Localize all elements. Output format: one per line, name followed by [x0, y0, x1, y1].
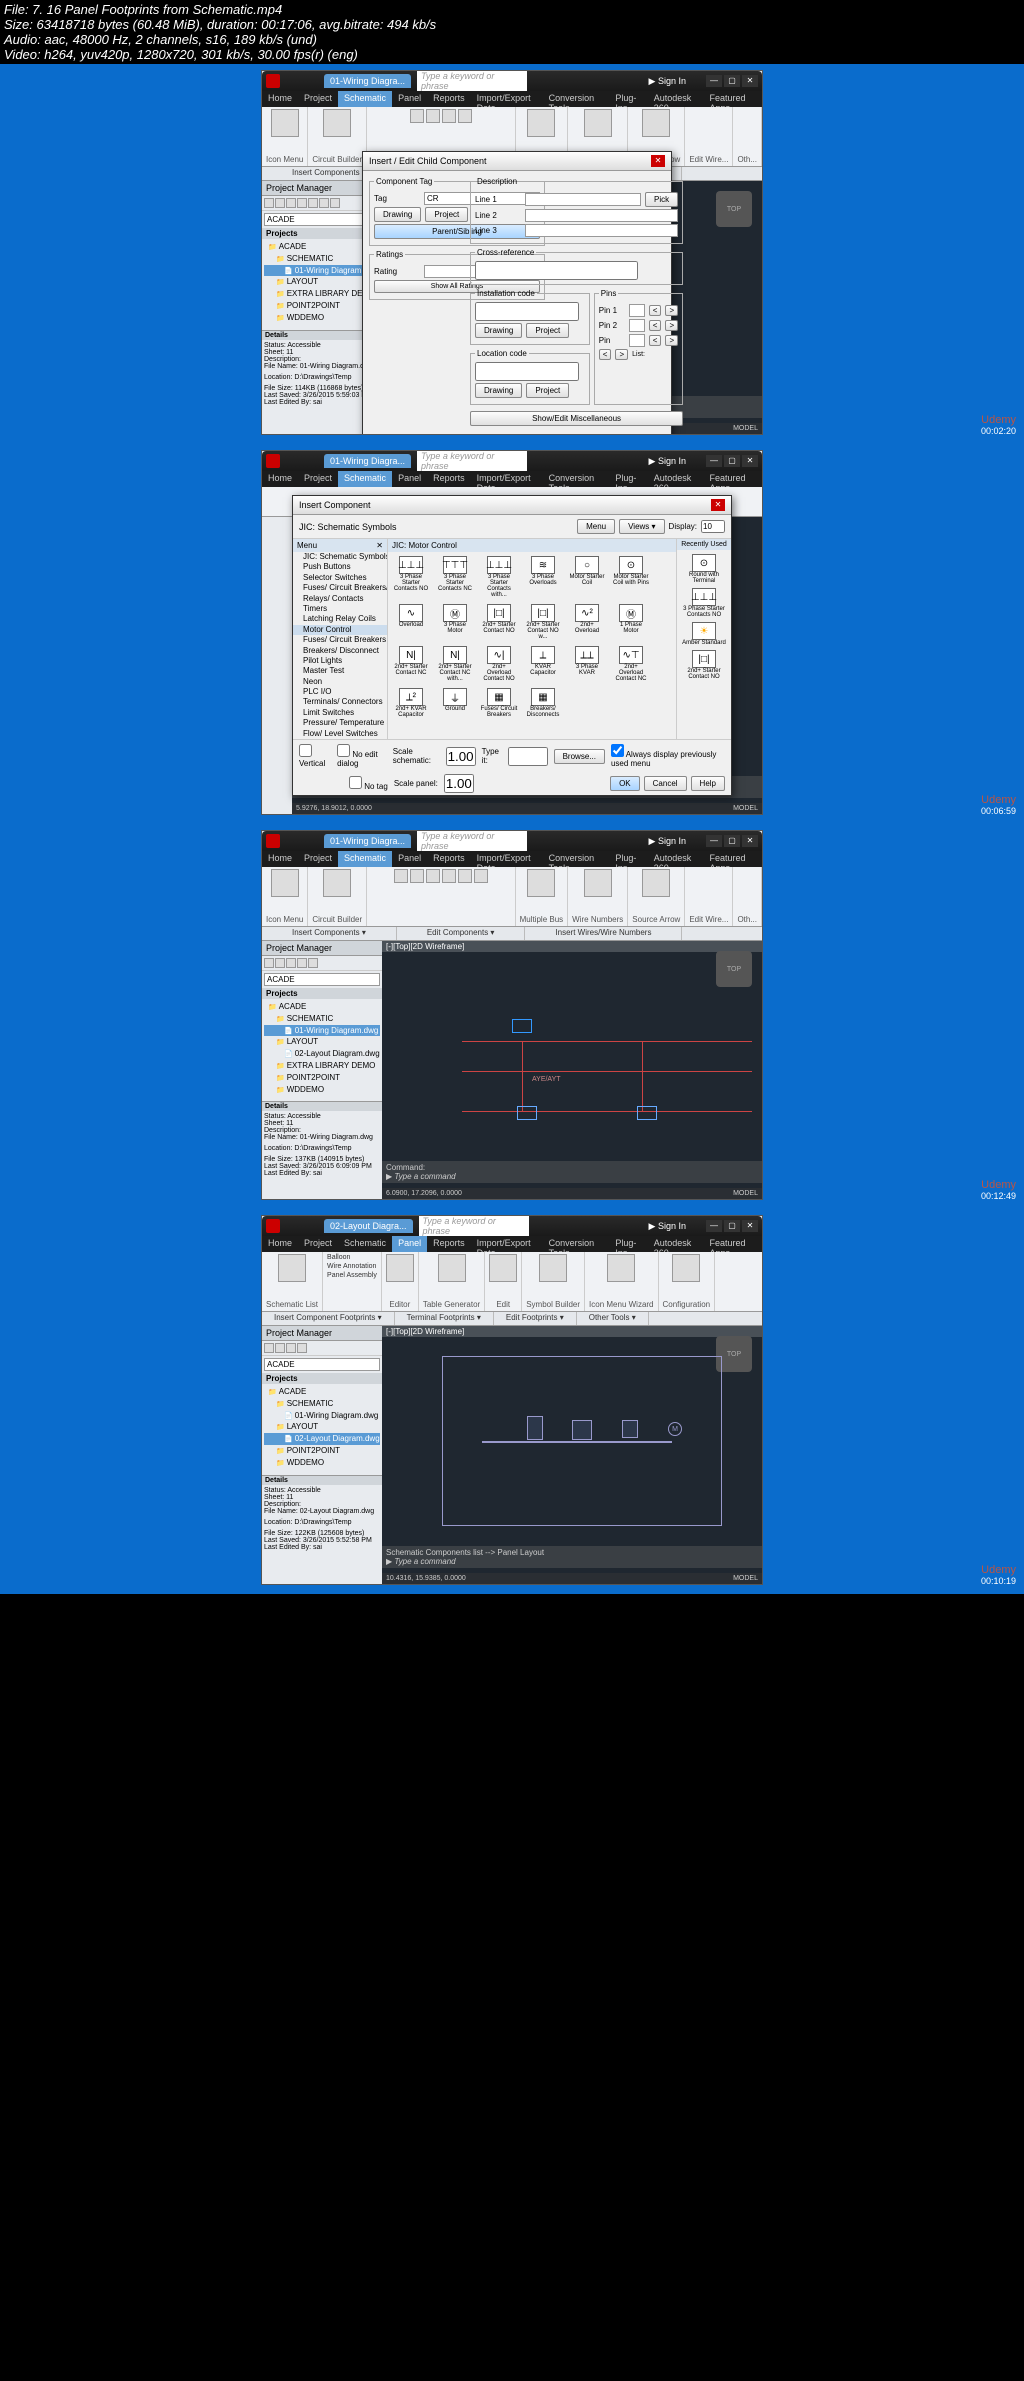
- xref-input[interactable]: [475, 261, 638, 280]
- menu-button[interactable]: Menu: [577, 519, 615, 534]
- drawing-button[interactable]: Drawing: [374, 207, 421, 222]
- tab-home[interactable]: Home: [262, 91, 298, 107]
- line1-input[interactable]: [525, 193, 641, 206]
- dialog-title: Insert Component: [299, 500, 371, 510]
- meta-size: Size: 63418718 bytes (60.48 MiB), durati…: [4, 17, 1020, 32]
- document-tab[interactable]: 01-Wiring Diagra...: [324, 454, 411, 468]
- type-input[interactable]: [508, 747, 548, 766]
- footprint-3[interactable]: [622, 1420, 638, 1438]
- source-arrow-icon[interactable]: [642, 109, 670, 137]
- search-input[interactable]: Type a keyword or phrase: [417, 450, 527, 472]
- component-m1[interactable]: [512, 1019, 532, 1033]
- dialog-close-button[interactable]: ✕: [651, 155, 665, 167]
- symbol-grid: ⊥⊥⊥3 Phase Starter Contacts NO ⊤⊤⊤3 Phas…: [388, 552, 676, 722]
- loc-input[interactable]: [475, 362, 579, 381]
- close-button[interactable]: ✕: [742, 75, 758, 87]
- meta-audio: Audio: aac, 48000 Hz, 2 channels, s16, 1…: [4, 32, 1020, 47]
- line3-input[interactable]: [525, 224, 678, 237]
- symbol-item[interactable]: ⊥⊥⊥3 Phase Starter Contacts NO: [392, 556, 430, 598]
- circuit-builder-icon[interactable]: [323, 109, 351, 137]
- inst-input[interactable]: [475, 302, 579, 321]
- tab-plugins[interactable]: Plug-Ins: [609, 91, 647, 107]
- dialog-close-button[interactable]: ✕: [711, 499, 725, 511]
- display-input[interactable]: [701, 520, 725, 533]
- tab-apps[interactable]: Featured Apps: [703, 91, 762, 107]
- jic-label: JIC: Schematic Symbols: [299, 522, 573, 532]
- document-tab[interactable]: 01-Wiring Diagra...: [324, 74, 411, 88]
- edit-comp-icon[interactable]: [410, 109, 424, 123]
- insert-component-dialog: Insert Component ✕ JIC: Schematic Symbols…: [292, 495, 732, 796]
- pin2-input[interactable]: [629, 319, 645, 332]
- tab-project[interactable]: Project: [298, 91, 338, 107]
- always-check[interactable]: [611, 744, 624, 757]
- titlebar: 01-Wiring Diagra... Type a keyword or ph…: [262, 451, 762, 471]
- tab-import-export[interactable]: Import/Export Data: [471, 91, 543, 107]
- scale-panel-input[interactable]: [444, 774, 474, 793]
- views-button[interactable]: Views ▾: [619, 519, 664, 534]
- app-logo-icon: [266, 454, 280, 468]
- line2-input[interactable]: [525, 209, 678, 222]
- tab-reports[interactable]: Reports: [427, 91, 471, 107]
- meta-file: File: 7. 16 Panel Footprints from Schema…: [4, 2, 1020, 17]
- vertical-check[interactable]: [299, 744, 312, 757]
- app-logo-icon: [266, 74, 280, 88]
- multi-bus-icon[interactable]: [527, 109, 555, 137]
- minimize-button[interactable]: —: [706, 75, 722, 87]
- project-button[interactable]: Project: [425, 207, 468, 222]
- ok-button[interactable]: OK: [610, 776, 640, 791]
- icon-menu-icon[interactable]: [271, 109, 299, 137]
- tab-panel[interactable]: Panel: [392, 1236, 427, 1252]
- show-misc-button[interactable]: Show/Edit Miscellaneous: [470, 411, 683, 426]
- footprint-2[interactable]: [572, 1420, 592, 1440]
- signin-link[interactable]: ▶ Sign In: [649, 456, 686, 467]
- insert-edit-child-dialog: Insert / Edit Child Component✕ Component…: [362, 151, 672, 435]
- noedit-check[interactable]: [337, 744, 350, 757]
- pin1-input[interactable]: [629, 304, 645, 317]
- cancel-button[interactable]: Cancel: [644, 776, 687, 791]
- scale-schematic-input[interactable]: [446, 747, 476, 766]
- signin-link[interactable]: ▶ Sign In: [649, 76, 686, 87]
- menu-close-icon[interactable]: ✕: [376, 541, 383, 550]
- component-cr[interactable]: [517, 1106, 537, 1120]
- layout-canvas[interactable]: [-][Top][2D Wireframe] TOP M Schematic C…: [382, 1326, 762, 1584]
- titlebar: 01-Wiring Diagra... Type a keyword or ph…: [262, 71, 762, 91]
- maximize-button[interactable]: ▢: [724, 75, 740, 87]
- search-input[interactable]: Type a keyword or phrase: [417, 70, 527, 92]
- model-tab[interactable]: MODEL: [733, 425, 758, 432]
- tab-panel[interactable]: Panel: [392, 91, 427, 107]
- footprint-motor[interactable]: M: [668, 1422, 682, 1436]
- footprint-1[interactable]: [527, 1416, 543, 1440]
- wire-numbers-icon[interactable]: [584, 109, 612, 137]
- notag-check[interactable]: [349, 776, 362, 789]
- pick-button[interactable]: Pick: [645, 192, 678, 207]
- viewcube[interactable]: TOP: [716, 191, 752, 227]
- browse-button[interactable]: Browse...: [554, 749, 605, 764]
- help-button[interactable]: Help: [691, 776, 725, 791]
- meta-video: Video: h264, yuv420p, 1280x720, 301 kb/s…: [4, 47, 1020, 62]
- tab-a360[interactable]: Autodesk 360: [648, 91, 704, 107]
- component-ol[interactable]: [637, 1106, 657, 1120]
- tab-schematic[interactable]: Schematic: [338, 91, 392, 107]
- tab-conversion[interactable]: Conversion Tools: [543, 91, 610, 107]
- dialog-title: Insert / Edit Child Component: [369, 156, 487, 166]
- pin-input[interactable]: [629, 334, 645, 347]
- ribbon-tabs: Home Project Schematic Panel Reports Imp…: [262, 91, 762, 107]
- symbol-tree[interactable]: JIC: Schematic SymbolsPush ButtonsSelect…: [293, 552, 387, 739]
- drawing-canvas[interactable]: [-][Top][2D Wireframe] TOP AYE/AYT Comma…: [382, 941, 762, 1199]
